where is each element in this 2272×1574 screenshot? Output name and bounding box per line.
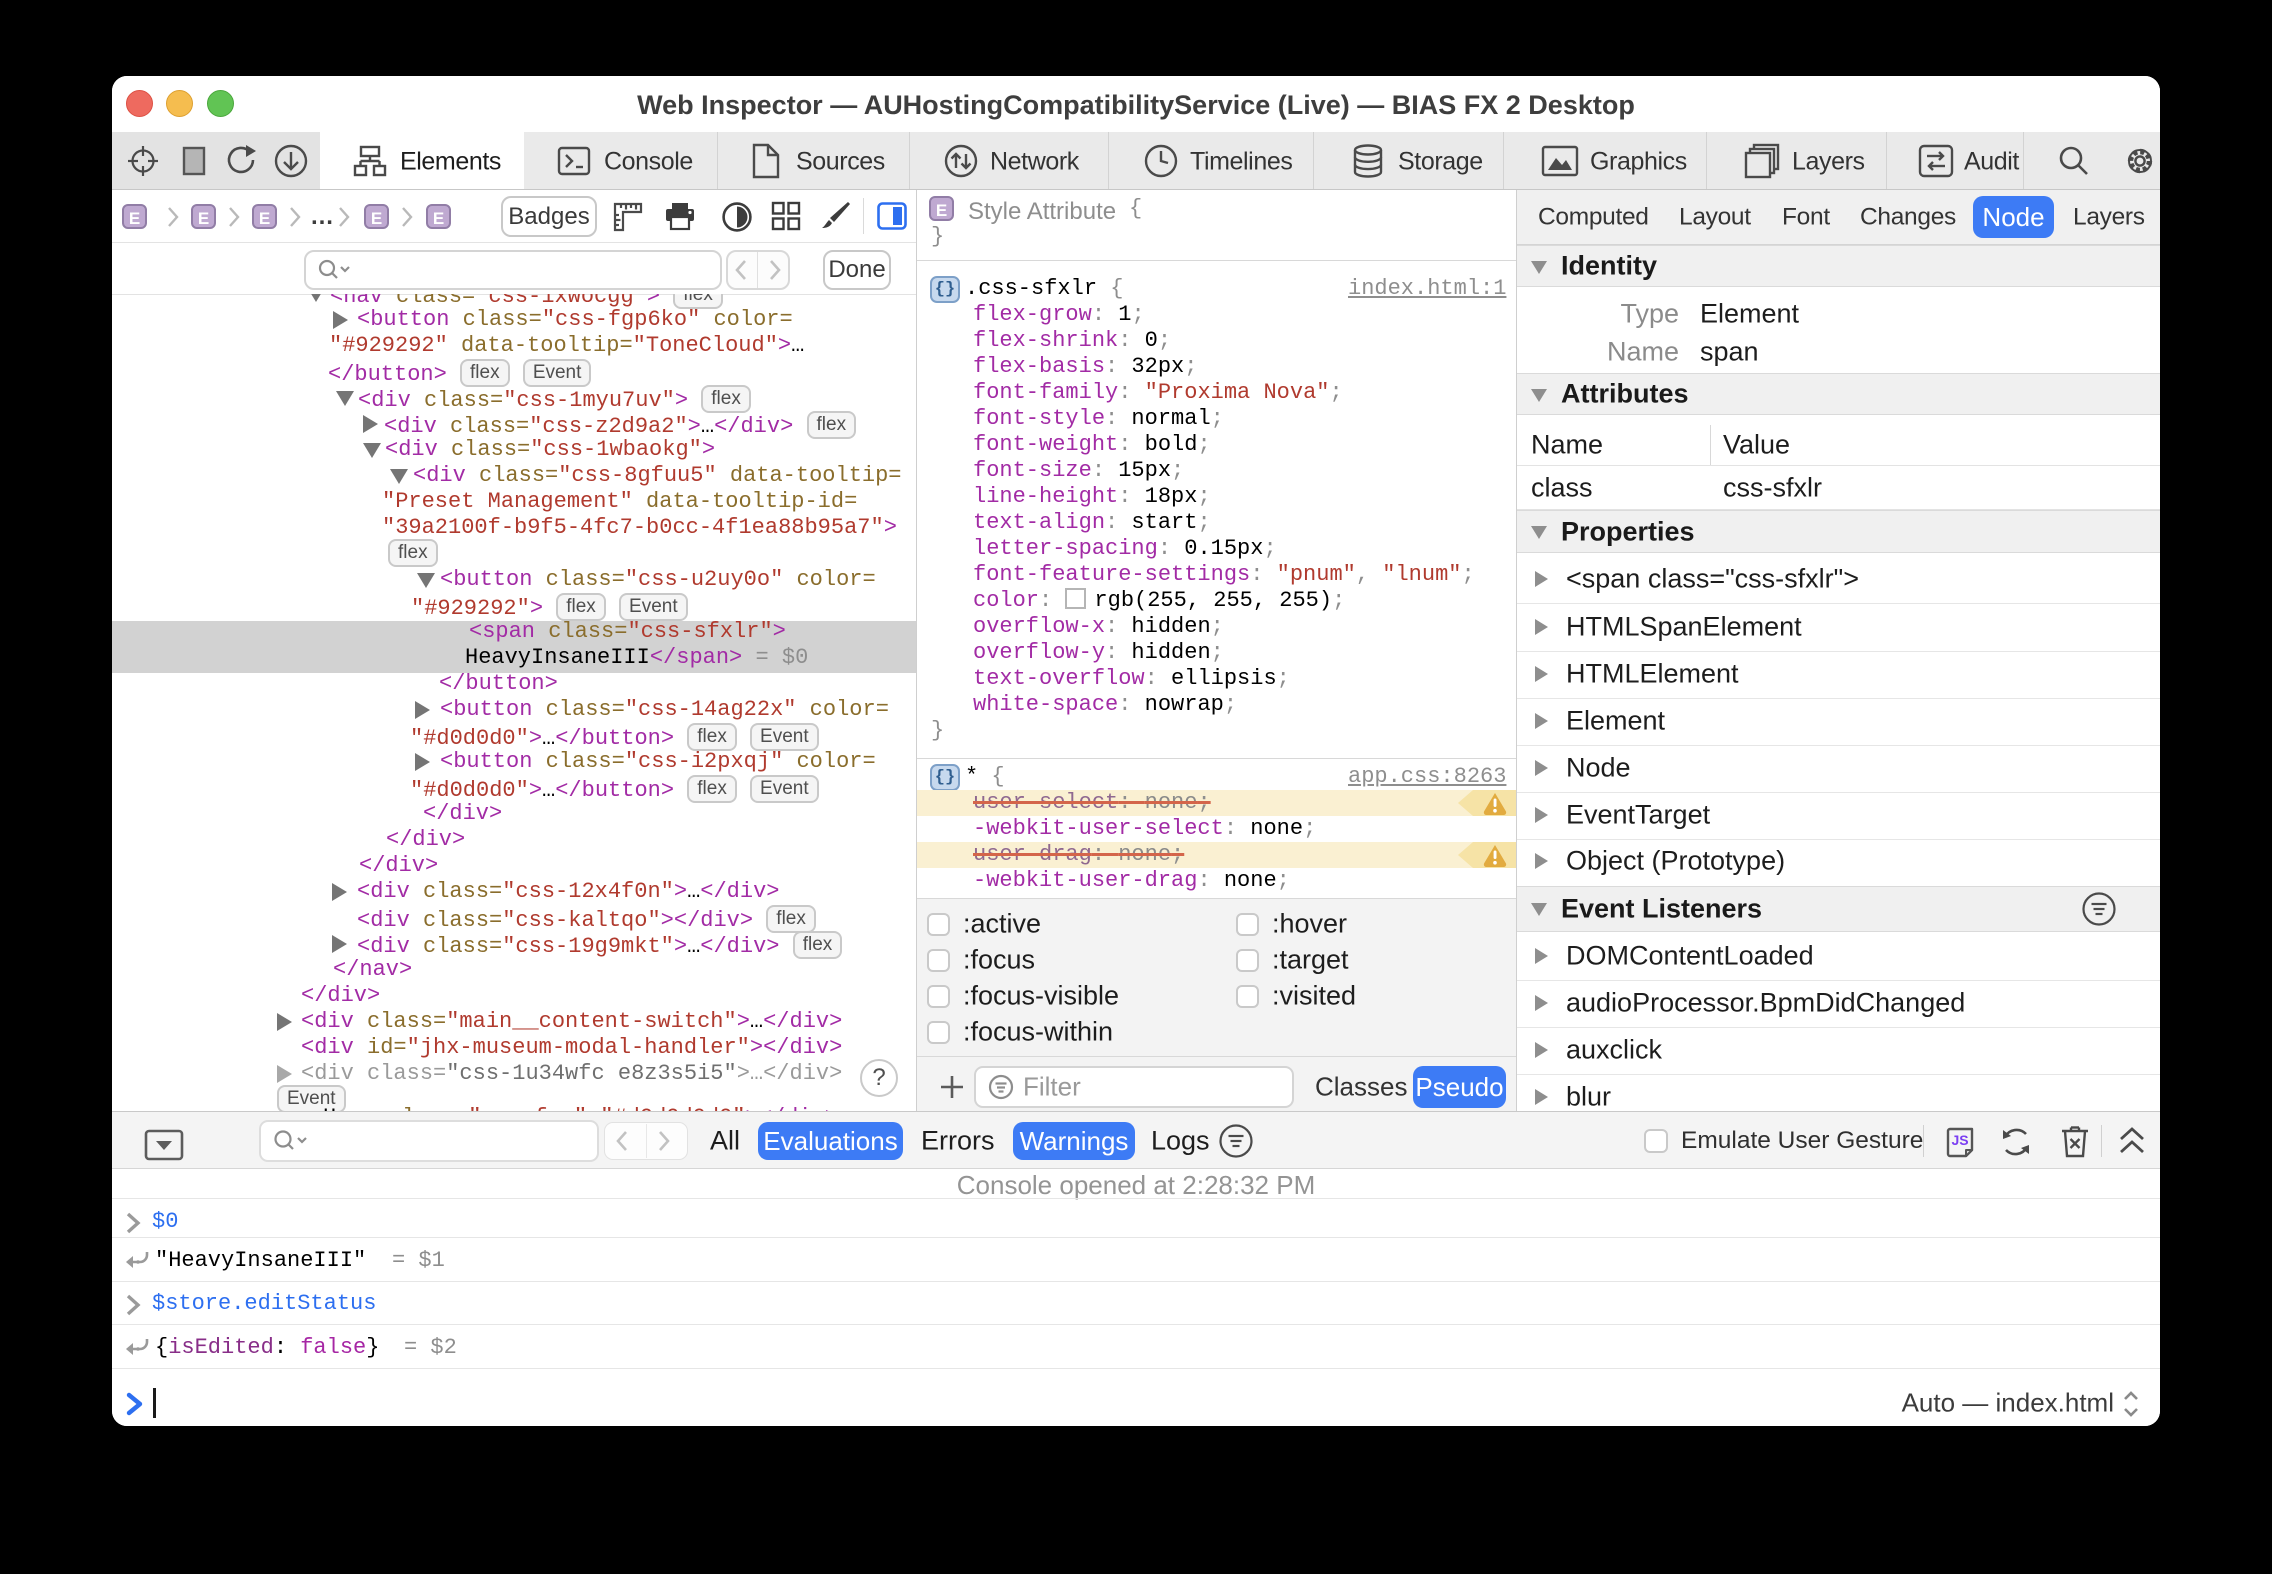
svg-text:JS: JS (1951, 1132, 1968, 1148)
